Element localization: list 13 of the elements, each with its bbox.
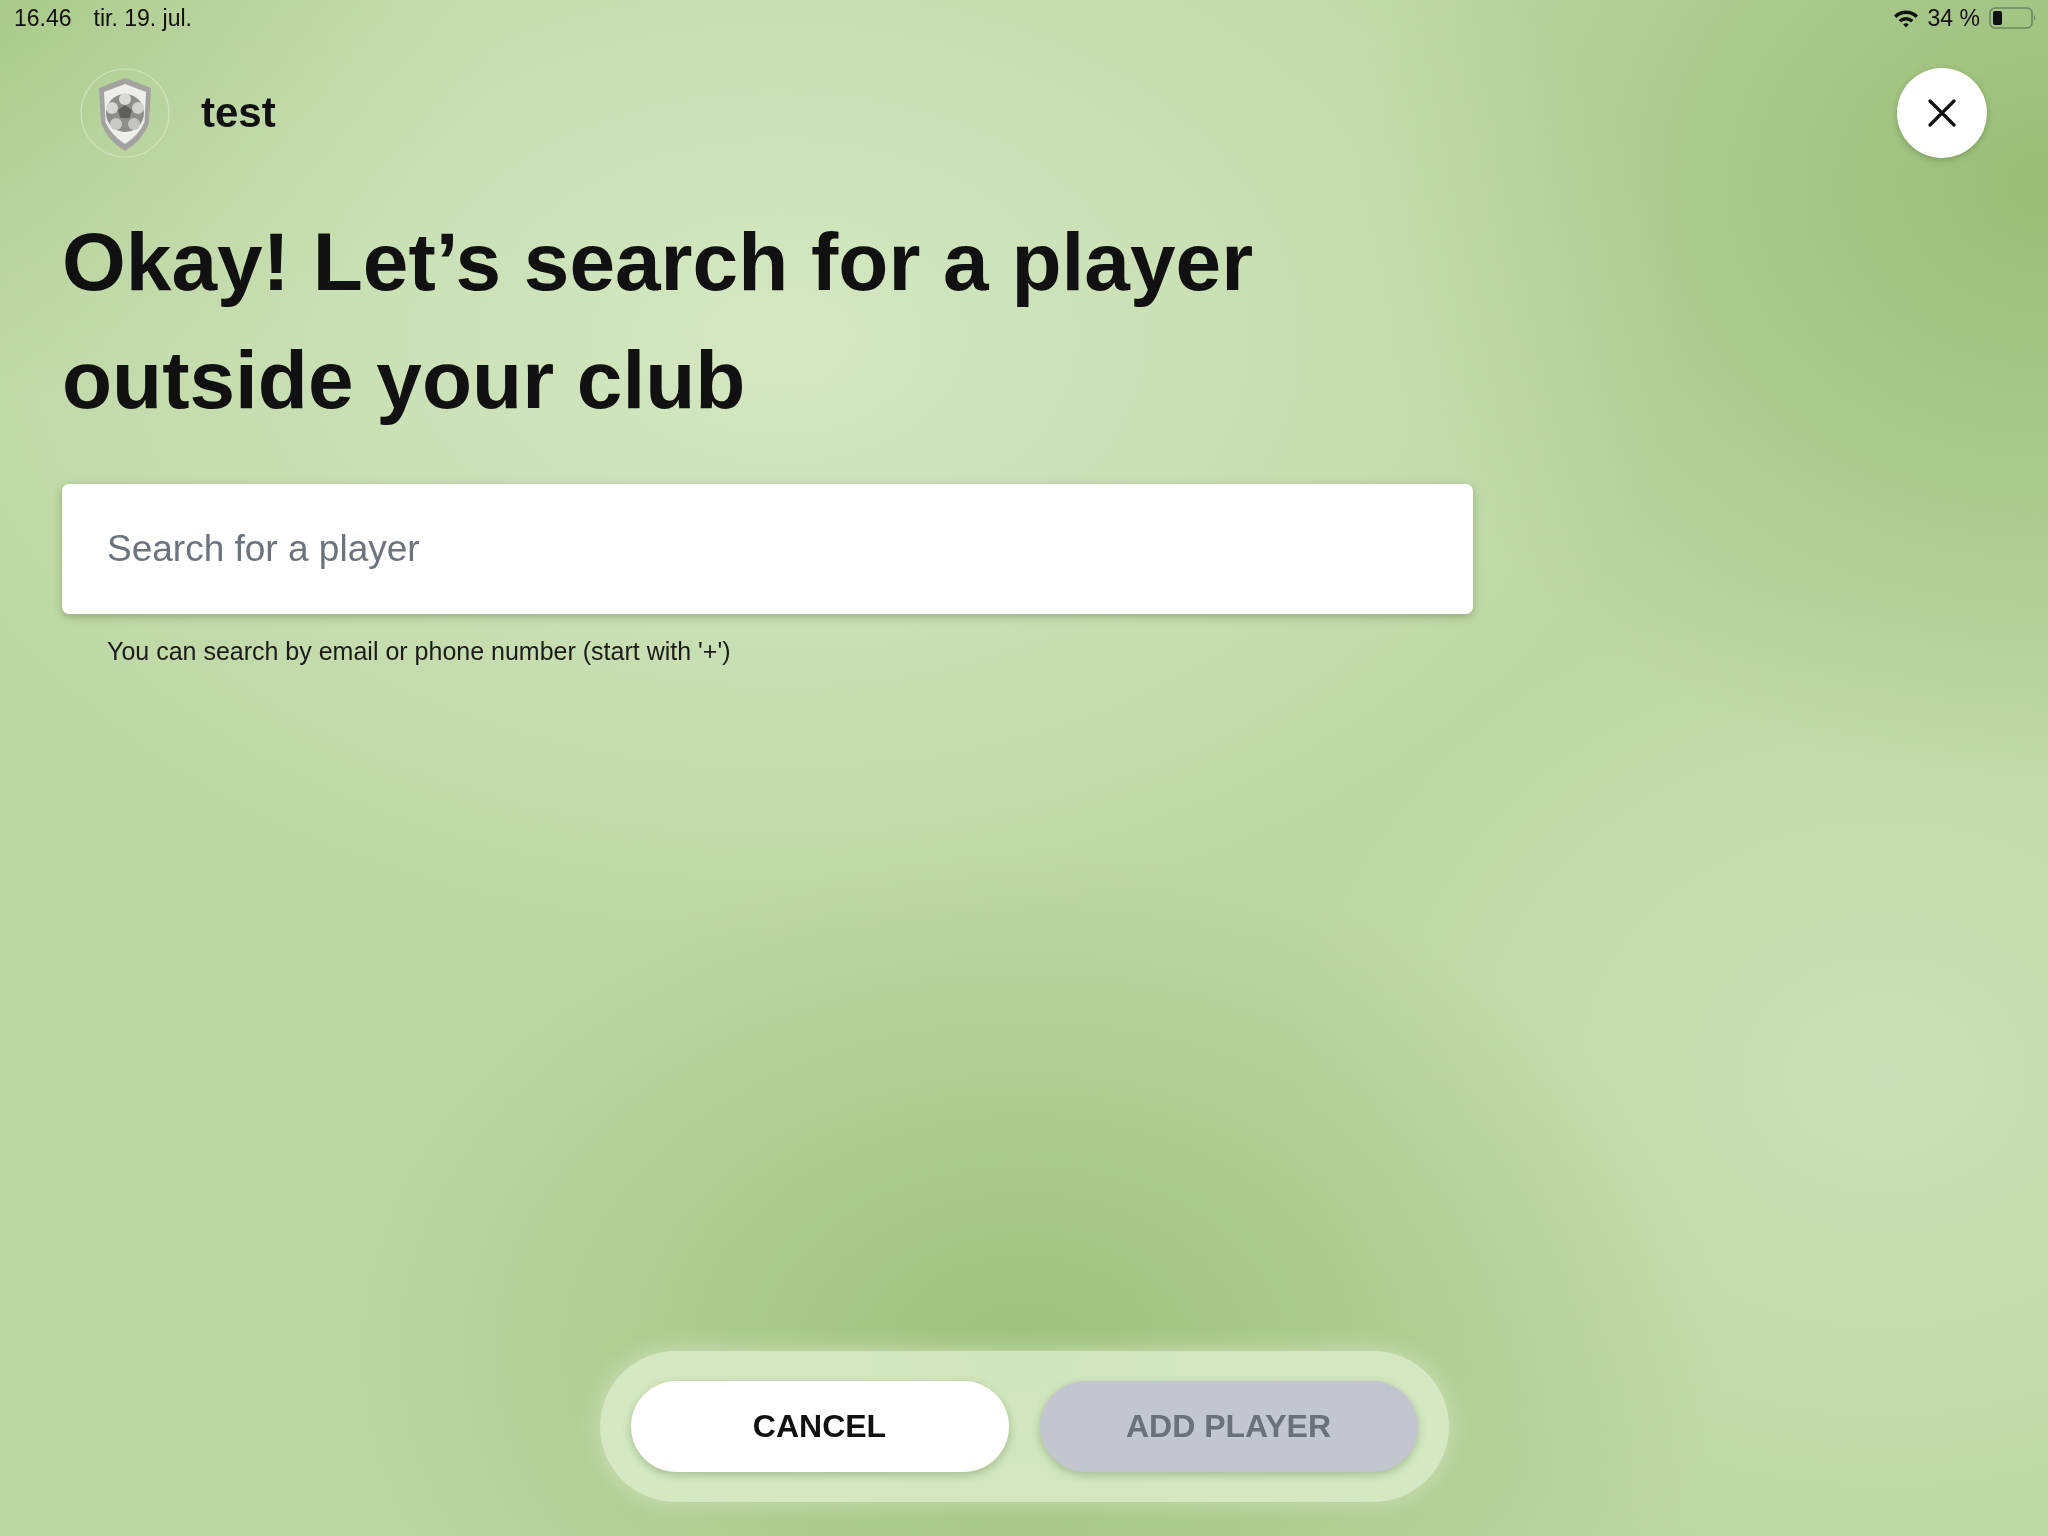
team-name: test [201,88,276,138]
search-hint: You can search by email or phone number (start with '+') [107,636,731,666]
team-shield-icon [80,68,170,158]
page-heading: Okay! Let’s search for a player outside your club [62,215,1255,427]
wifi-icon [1892,8,1919,28]
battery-percentage: 34 % [1927,4,1980,32]
cancel-button[interactable]: CANCEL [630,1381,1009,1472]
battery-icon [1989,7,2037,29]
close-button[interactable] [1897,68,1987,158]
status-time: 16.46 [14,4,72,32]
close-icon [1928,99,1956,127]
status-date: tir. 19. jul. [93,4,192,32]
search-field[interactable]: Search for a player [62,484,1473,614]
